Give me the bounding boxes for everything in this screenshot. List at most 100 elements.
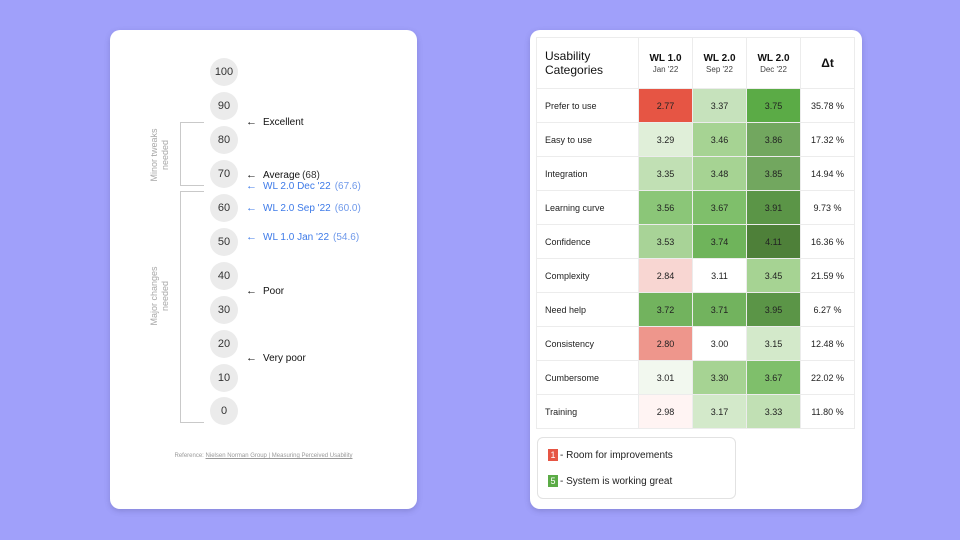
scale-tick: 60 (210, 194, 238, 222)
major-changes-label: Major changes needed (149, 266, 170, 326)
score-cell: 2.80 (638, 326, 693, 361)
delta-cell: 11.80 % (800, 394, 855, 429)
scale-tick: 0 (210, 397, 238, 425)
score-cell: 3.91 (746, 190, 801, 225)
score-cell: 3.75 (746, 88, 801, 123)
legend-item: 1 - Room for improvements (548, 449, 673, 461)
scale-tick: 80 (210, 126, 238, 154)
scale-tick: 90 (210, 92, 238, 120)
delta-cell: 12.48 % (800, 326, 855, 361)
score-cell: 2.77 (638, 88, 693, 123)
scale-tick: 70 (210, 160, 238, 188)
score-cell: 3.53 (638, 224, 693, 259)
reference-note: Reference: Nielsen Norman Group | Measur… (174, 453, 353, 459)
scale-tick: 50 (210, 228, 238, 256)
score-cell: 3.35 (638, 156, 693, 191)
marker-very-poor: ← Very poor (246, 352, 306, 364)
score-cell: 3.67 (746, 360, 801, 395)
category-cell: Consistency (536, 326, 639, 361)
marker-wl10-jan: ← WL 1.0 Jan '22 (54.6) (246, 231, 359, 243)
delta-cell: 17.32 % (800, 122, 855, 157)
arrow-left-icon: ← (246, 116, 257, 128)
reference-link[interactable]: Nielsen Norman Group | Measuring Perceiv… (206, 453, 353, 459)
marker-value: (60.0) (334, 202, 361, 214)
category-cell: Training (536, 394, 639, 429)
arrow-left-icon: ← (246, 352, 257, 364)
score-cell: 3.67 (692, 190, 747, 225)
marker-label: WL 2.0 Dec '22 (263, 180, 331, 192)
score-cell: 3.29 (638, 122, 693, 157)
table-row: Training 2.98 3.17 3.33 11.80 % (536, 394, 855, 429)
marker-value: (68) (302, 169, 320, 181)
header-column: WL 2.0 Sep '22 (692, 37, 747, 89)
marker-label: Poor (263, 285, 285, 297)
arrow-left-icon: ← (246, 202, 257, 214)
table-row: Consistency 2.80 3.00 3.15 12.48 % (536, 326, 855, 361)
score-cell: 3.30 (692, 360, 747, 395)
marker-label: Very poor (263, 352, 306, 364)
table-row: Prefer to use 2.77 3.37 3.75 35.78 % (536, 88, 855, 123)
category-cell: Need help (536, 292, 639, 327)
header-categories: Usability Categories (536, 37, 639, 89)
scale-tick: 30 (210, 296, 238, 324)
marker-label: WL 2.0 Sep '22 (263, 202, 331, 214)
category-cell: Complexity (536, 258, 639, 293)
score-cell: 2.98 (638, 394, 693, 429)
score-cell: 3.11 (692, 258, 747, 293)
legend: 1 - Room for improvements 5 - System is … (537, 437, 736, 499)
table-row: Learning curve 3.56 3.67 3.91 9.73 % (536, 190, 855, 225)
delta-cell: 6.27 % (800, 292, 855, 327)
score-cell: 3.86 (746, 122, 801, 157)
usability-table-card: Usability Categories WL 1.0 Jan '22 WL 2.0… (530, 30, 862, 509)
scale-tick: 100 (210, 58, 238, 86)
sus-scale-card: 100 90 80 70 60 50 40 30 20 10 0 Minor t… (110, 30, 417, 509)
category-cell: Integration (536, 156, 639, 191)
marker-wl20-dec: ← WL 2.0 Dec '22 (67.6) (246, 180, 361, 192)
marker-value: (54.6) (333, 231, 360, 243)
marker-label: Average (263, 169, 301, 181)
delta-cell: 14.94 % (800, 156, 855, 191)
marker-label: Excellent (263, 116, 304, 128)
minor-tweaks-bracket (180, 122, 204, 186)
score-cell: 3.37 (692, 88, 747, 123)
arrow-left-icon: ← (246, 231, 257, 243)
marker-value: (67.6) (334, 180, 361, 192)
score-cell: 3.00 (692, 326, 747, 361)
score-cell: 3.56 (638, 190, 693, 225)
score-cell: 2.84 (638, 258, 693, 293)
score-cell: 3.85 (746, 156, 801, 191)
scale-tick: 10 (210, 364, 238, 392)
score-cell: 3.71 (692, 292, 747, 327)
usability-table: Usability Categories WL 1.0 Jan '22 WL 2.0… (536, 37, 855, 429)
score-cell: 3.17 (692, 394, 747, 429)
minor-tweaks-label: Minor tweaks needed (149, 128, 170, 182)
delta-cell: 21.59 % (800, 258, 855, 293)
delta-cell: 35.78 % (800, 88, 855, 123)
score-cell: 3.95 (746, 292, 801, 327)
score-cell: 3.72 (638, 292, 693, 327)
score-cell: 3.46 (692, 122, 747, 157)
table-row: Integration 3.35 3.48 3.85 14.94 % (536, 156, 855, 191)
header-delta: Δt (800, 37, 855, 89)
score-cell: 3.01 (638, 360, 693, 395)
scale-tick: 40 (210, 262, 238, 290)
marker-wl20-sep: ← WL 2.0 Sep '22 (60.0) (246, 202, 361, 214)
scale-tick: 20 (210, 330, 238, 358)
category-cell: Learning curve (536, 190, 639, 225)
score-cell: 3.48 (692, 156, 747, 191)
legend-item: 5 - System is working great (548, 475, 672, 487)
arrow-left-icon: ← (246, 180, 257, 192)
major-changes-bracket (180, 191, 204, 423)
category-cell: Confidence (536, 224, 639, 259)
score-cell: 3.74 (692, 224, 747, 259)
legend-text: - System is working great (560, 475, 673, 487)
legend-text: - Room for improvements (560, 449, 673, 461)
score-cell: 3.15 (746, 326, 801, 361)
score-cell: 4.11 (746, 224, 801, 259)
delta-cell: 16.36 % (800, 224, 855, 259)
category-cell: Easy to use (536, 122, 639, 157)
category-cell: Prefer to use (536, 88, 639, 123)
table-header-row: Usability Categories WL 1.0 Jan '22 WL 2.0… (536, 37, 855, 89)
legend-swatch: 5 (548, 475, 558, 487)
header-column: WL 2.0 Dec '22 (746, 37, 801, 89)
